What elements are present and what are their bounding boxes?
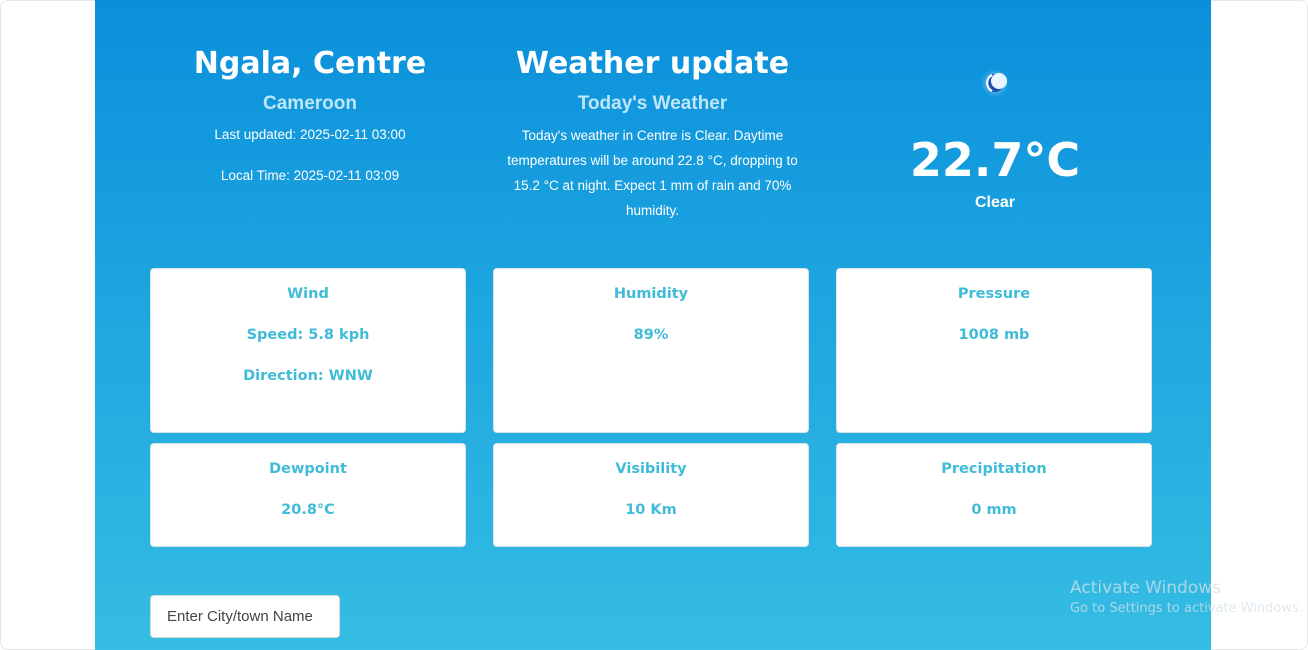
update-section: Weather update Today's Weather Today's w…: [495, 44, 810, 223]
humidity-title: Humidity: [613, 286, 689, 302]
pressure-value: 1008 mb: [958, 327, 1030, 343]
dewpoint-value: 20.8°C: [281, 502, 335, 518]
current-temperature: 22.7°C: [909, 133, 1081, 187]
humidity-value: 89%: [633, 327, 669, 343]
last-updated: Last updated: 2025-02-11 03:00: [214, 127, 406, 142]
country-name: Cameroon: [263, 93, 357, 114]
update-title: Weather update: [515, 46, 790, 81]
humidity-card: Humidity 89%: [493, 268, 809, 433]
city-title: Ngala, Centre: [193, 46, 427, 81]
precipitation-card: Precipitation 0 mm: [836, 443, 1152, 547]
wind-direction: Direction: WNW: [243, 368, 373, 384]
pressure-card: Pressure 1008 mb: [836, 268, 1152, 433]
visibility-title: Visibility: [615, 461, 687, 477]
wind-card: Wind Speed: 5.8 kph Direction: WNW: [150, 268, 466, 433]
current-condition: Clear: [974, 194, 1016, 211]
local-time: Local Time: 2025-02-11 03:09: [220, 168, 400, 183]
wind-speed: Speed: 5.8 kph: [246, 327, 370, 343]
wind-title: Wind: [287, 286, 329, 302]
pressure-title: Pressure: [957, 286, 1031, 302]
dewpoint-title: Dewpoint: [269, 461, 347, 477]
visibility-value: 10 Km: [625, 502, 677, 518]
visibility-card: Visibility 10 Km: [493, 443, 809, 547]
update-subtitle: Today's Weather: [577, 93, 728, 114]
precipitation-title: Precipitation: [941, 461, 1047, 477]
location-section: Ngala, Centre Cameroon Last updated: 202…: [170, 44, 450, 185]
moon-icon: [980, 68, 1010, 98]
weather-panel: Ngala, Centre Cameroon Last updated: 202…: [95, 0, 1211, 650]
precipitation-value: 0 mm: [971, 502, 1017, 518]
current-conditions: 22.7°C Clear: [845, 68, 1145, 212]
city-search-input[interactable]: [150, 595, 340, 638]
dewpoint-card: Dewpoint 20.8°C: [150, 443, 466, 547]
weather-description: Today's weather in Centre is Clear. Dayt…: [507, 128, 798, 218]
